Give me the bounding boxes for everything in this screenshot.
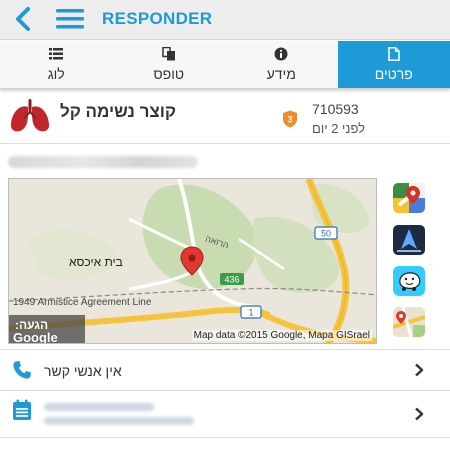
calendar-icon <box>13 399 31 420</box>
chevron-right-icon <box>415 407 424 421</box>
contacts-label: אין אנשי קשר <box>44 363 122 379</box>
road-number: 50 <box>321 229 331 239</box>
tab-label: פרטים <box>374 66 413 82</box>
priority-shield-icon: 3 <box>283 110 297 128</box>
road-shield-436: 436 <box>220 273 244 285</box>
priority-number: 3 <box>287 115 292 125</box>
document-icon <box>388 47 400 61</box>
copy-icon <box>162 47 175 61</box>
app-title: RESPONDER <box>102 9 213 28</box>
tab-log[interactable]: לוג <box>0 41 113 88</box>
tab-form[interactable]: טופס <box>113 41 226 88</box>
map-view[interactable]: 50 436 1 בית איכסא הרואה 1949 Armistice … <box>8 178 377 344</box>
app-bar: RESPONDER <box>0 0 450 40</box>
incident-title: קוצר נשימה קל <box>60 102 176 121</box>
tab-bar: לוג טופס מידע פרטים <box>0 41 450 89</box>
tab-label: מידע <box>266 66 296 82</box>
road-shield-1: 1 <box>240 305 262 319</box>
tab-details[interactable]: פרטים <box>337 41 450 88</box>
road-number: 1 <box>248 308 253 318</box>
google-logo: Google <box>13 330 58 344</box>
notes-redacted-line <box>44 403 154 411</box>
list-icon <box>49 48 64 60</box>
google-maps-icon[interactable] <box>393 183 425 213</box>
arrival-panel: הגעה: Google <box>9 315 85 344</box>
incident-header: קוצר נשימה קל 3 710593 לפני 2 יום <box>0 90 450 144</box>
navigation-app-icon[interactable] <box>393 225 425 255</box>
incident-id: 710593 <box>312 101 359 117</box>
contacts-row[interactable]: אין אנשי קשר <box>0 349 450 390</box>
map-attribution: Map data ©2015 Google, Mapa GISrael <box>191 330 372 341</box>
hamburger-menu-icon[interactable] <box>56 7 84 31</box>
info-icon <box>274 47 288 61</box>
road-number: 436 <box>224 275 239 285</box>
tab-label: טופס <box>153 66 185 82</box>
waze-icon[interactable] <box>393 266 425 296</box>
notes-row[interactable] <box>0 390 450 438</box>
map-armistice-label: 1949 Armistice Agreement Line <box>13 297 152 308</box>
notes-redacted-line <box>44 417 194 425</box>
tab-info[interactable]: מידע <box>225 41 338 88</box>
lungs-icon <box>10 99 50 132</box>
back-arrow-icon[interactable] <box>10 6 36 32</box>
chevron-right-icon <box>415 363 424 377</box>
map-place-label: בית איכסא <box>69 255 123 269</box>
incident-time: לפני 2 יום <box>312 121 366 136</box>
tab-label: לוג <box>47 66 65 82</box>
road-shield-50: 50 <box>314 226 338 240</box>
maps-app-icon[interactable] <box>393 307 425 337</box>
address-redacted <box>8 156 198 168</box>
phone-icon <box>13 361 31 379</box>
